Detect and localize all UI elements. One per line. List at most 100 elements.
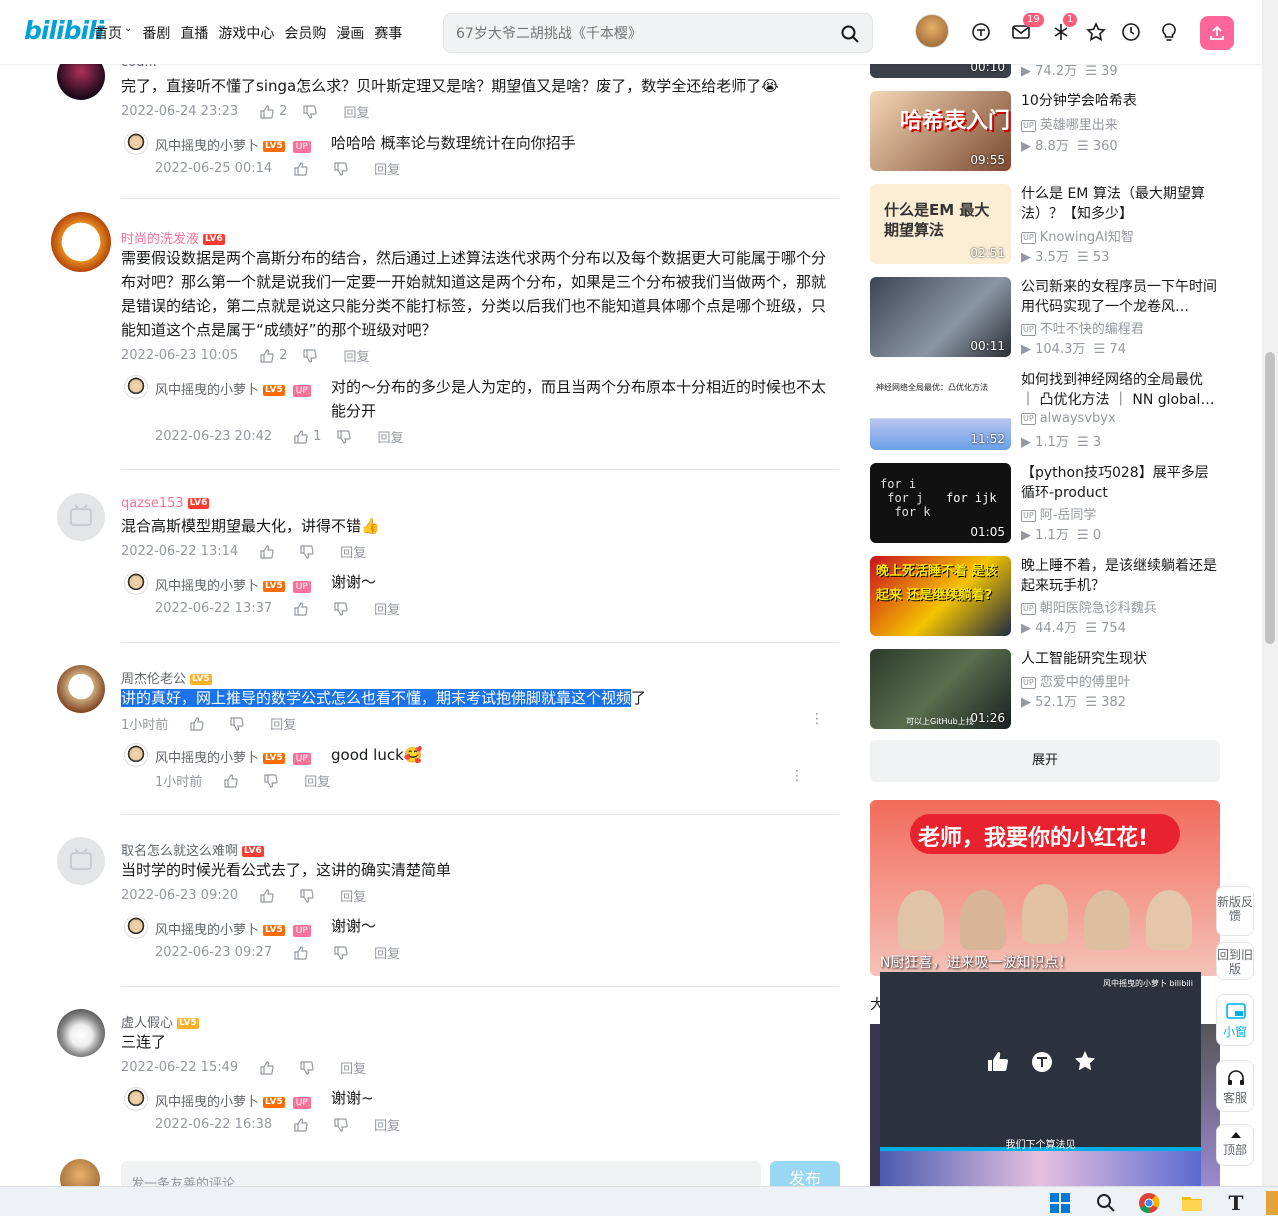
ad-thumbnail[interactable]: [880, 1151, 1201, 1186]
windows-start-icon[interactable]: [1048, 1191, 1072, 1215]
avatar[interactable]: [51, 212, 111, 272]
reply-username[interactable]: 风中摇曳的小萝卜 LV5 UP: [155, 575, 311, 594]
reply-username[interactable]: 风中摇曳的小萝卜 LV5 UP: [155, 1091, 311, 1110]
back-to-old-version-button[interactable]: 回到旧版: [1216, 942, 1254, 980]
like-icon[interactable]: [986, 1050, 1010, 1074]
mini-player[interactable]: 风中摇曳的小萝卜 bilibili 我们下个算法见: [880, 972, 1201, 1151]
dislike-icon[interactable]: [334, 161, 348, 176]
like-icon[interactable]: [294, 161, 308, 176]
more-options-icon[interactable]: ⋮: [790, 769, 804, 783]
coin-icon[interactable]: [1030, 1050, 1054, 1074]
reply-button[interactable]: 回复: [374, 599, 400, 618]
video-title[interactable]: 什么是 EM 算法（最大期望算法）？【知多少】: [1021, 184, 1221, 224]
reply-button[interactable]: 回复: [340, 1058, 366, 1077]
like-icon[interactable]: [294, 945, 308, 960]
reply-username[interactable]: 风中摇曳的小萝卜 LV5 UP: [155, 135, 311, 154]
search-icon[interactable]: [1094, 1191, 1118, 1215]
video-thumbnail[interactable]: 神经网络全局最优：凸优化方法 11:52: [870, 370, 1011, 450]
nav-manga[interactable]: 漫画: [336, 23, 364, 43]
video-uploader[interactable]: UP 不吐不快的编程君: [1021, 318, 1144, 337]
like-icon[interactable]: [260, 544, 274, 559]
reply-button[interactable]: 回复: [340, 542, 366, 561]
comment-username[interactable]: qazse153 LV6: [121, 496, 210, 511]
avatar[interactable]: [57, 665, 105, 713]
upload-button[interactable]: [1200, 16, 1234, 50]
favorite-star-icon[interactable]: [1086, 22, 1106, 42]
dislike-icon[interactable]: [300, 888, 314, 903]
typora-icon[interactable]: T: [1224, 1191, 1248, 1215]
nav-game-center[interactable]: 游戏中心: [218, 23, 274, 43]
dislike-icon[interactable]: [300, 544, 314, 559]
scrollbar-thumb[interactable]: [1265, 352, 1275, 644]
user-avatar[interactable]: [915, 14, 949, 48]
nav-anime[interactable]: 番剧: [142, 23, 170, 43]
avatar[interactable]: [124, 131, 148, 155]
dislike-icon[interactable]: [230, 716, 244, 731]
related-video-card[interactable]: 可以上GitHub上找 01:26 人工智能研究生现状 UP 恋爱中的傅里叶 ▶ …: [870, 649, 1250, 731]
like-icon[interactable]: [260, 348, 274, 363]
reply-button[interactable]: 回复: [270, 714, 296, 733]
creator-bulb-icon[interactable]: [1159, 22, 1179, 42]
chrome-icon[interactable]: [1137, 1191, 1161, 1215]
like-icon[interactable]: [224, 773, 238, 788]
like-icon[interactable]: [260, 888, 274, 903]
taskbar-app-icon[interactable]: [1266, 1191, 1278, 1215]
video-thumbnail[interactable]: 可以上GitHub上找 01:26: [870, 649, 1011, 729]
reply-button[interactable]: 回复: [304, 771, 330, 790]
dislike-icon[interactable]: [303, 104, 318, 119]
folder-icon[interactable]: [1180, 1191, 1204, 1215]
video-title[interactable]: 晚上睡不着，是该继续躺着还是起来玩手机？: [1021, 556, 1221, 596]
reply-username[interactable]: 风中摇曳的小萝卜 LV5 UP: [155, 919, 311, 938]
video-uploader[interactable]: UP 英雄哪里出来: [1021, 114, 1118, 133]
video-uploader[interactable]: UP KnowingAI知智: [1021, 226, 1134, 245]
promo-banner[interactable]: 老师，我要你的小红花! N厨狂喜，进来吸一波知识点！: [870, 800, 1220, 976]
dislike-icon[interactable]: [303, 348, 318, 363]
like-icon[interactable]: [294, 601, 308, 616]
new-version-feedback-button[interactable]: 新版反馈: [1216, 886, 1254, 936]
search-input[interactable]: [456, 23, 826, 45]
comment-username[interactable]: 周杰伦老公 LV5: [121, 668, 212, 687]
video-title[interactable]: 如何找到神经网络的全局最优 ｜ 凸优化方法 ｜ NN global…: [1021, 370, 1221, 410]
reply-button[interactable]: 回复: [377, 427, 403, 446]
video-uploader[interactable]: UP alwaysvbyx: [1021, 411, 1116, 426]
comment-username[interactable]: 虚人假心 LV5: [121, 1012, 199, 1031]
reply-button[interactable]: 回复: [343, 346, 369, 365]
like-icon[interactable]: [260, 104, 274, 119]
avatar[interactable]: [124, 375, 148, 399]
history-clock-icon[interactable]: [1121, 22, 1141, 42]
dislike-icon[interactable]: [337, 429, 352, 444]
reply-button[interactable]: 回复: [340, 886, 366, 905]
reply-button[interactable]: 回复: [374, 159, 400, 178]
default-avatar-icon[interactable]: [57, 493, 105, 541]
dislike-icon[interactable]: [334, 601, 348, 616]
video-title[interactable]: 公司新来的女程序员一下午时间用代码实现了一个龙卷风…: [1021, 277, 1221, 317]
expand-button[interactable]: 展开: [870, 740, 1220, 782]
avatar[interactable]: [124, 915, 148, 939]
video-title[interactable]: 10分钟学会哈希表: [1021, 91, 1221, 111]
chevron-down-icon[interactable]: ⌄: [124, 23, 132, 43]
nav-home[interactable]: 首页: [94, 23, 122, 43]
customer-service-button[interactable]: 客服: [1216, 1060, 1254, 1112]
video-uploader[interactable]: UP 阿-岳同学: [1021, 504, 1096, 523]
nav-mall[interactable]: 会员购: [284, 23, 326, 43]
related-video-card[interactable]: for i for j for k for ijk 01:05 【python技…: [870, 463, 1250, 545]
video-thumbnail[interactable]: 晚上死活睡不着 是该起来 还是继续躺着?: [870, 556, 1011, 636]
bilibili-logo[interactable]: bilibili: [24, 16, 104, 45]
vip-icon[interactable]: [971, 22, 991, 42]
video-thumbnail[interactable]: 什么是EM 最大期望算法 02:51: [870, 184, 1011, 264]
reply-button[interactable]: 回复: [374, 1115, 400, 1134]
video-uploader[interactable]: UP 朝阳医院急诊科魏兵: [1021, 597, 1157, 616]
related-video-card[interactable]: 神经网络全局最优：凸优化方法 11:52 如何找到神经网络的全局最优 ｜ 凸优化…: [870, 370, 1250, 452]
video-title[interactable]: 【python技巧028】展平多层循环-product: [1021, 463, 1221, 503]
nav-live[interactable]: 直播: [180, 23, 208, 43]
default-avatar-icon[interactable]: [57, 837, 105, 885]
avatar[interactable]: [57, 1009, 105, 1057]
reply-button[interactable]: 回复: [343, 102, 369, 121]
dislike-icon[interactable]: [334, 945, 348, 960]
dislike-icon[interactable]: [300, 1060, 314, 1075]
scrollbar[interactable]: [1262, 0, 1278, 1186]
avatar[interactable]: [124, 743, 148, 767]
reply-username[interactable]: 风中摇曳的小萝卜 LV5 UP: [155, 747, 311, 766]
video-thumbnail[interactable]: 00:11: [870, 277, 1011, 357]
related-video-card[interactable]: 晚上死活睡不着 是该起来 还是继续躺着? 晚上睡不着，是该继续躺着还是起来玩手机…: [870, 556, 1250, 638]
